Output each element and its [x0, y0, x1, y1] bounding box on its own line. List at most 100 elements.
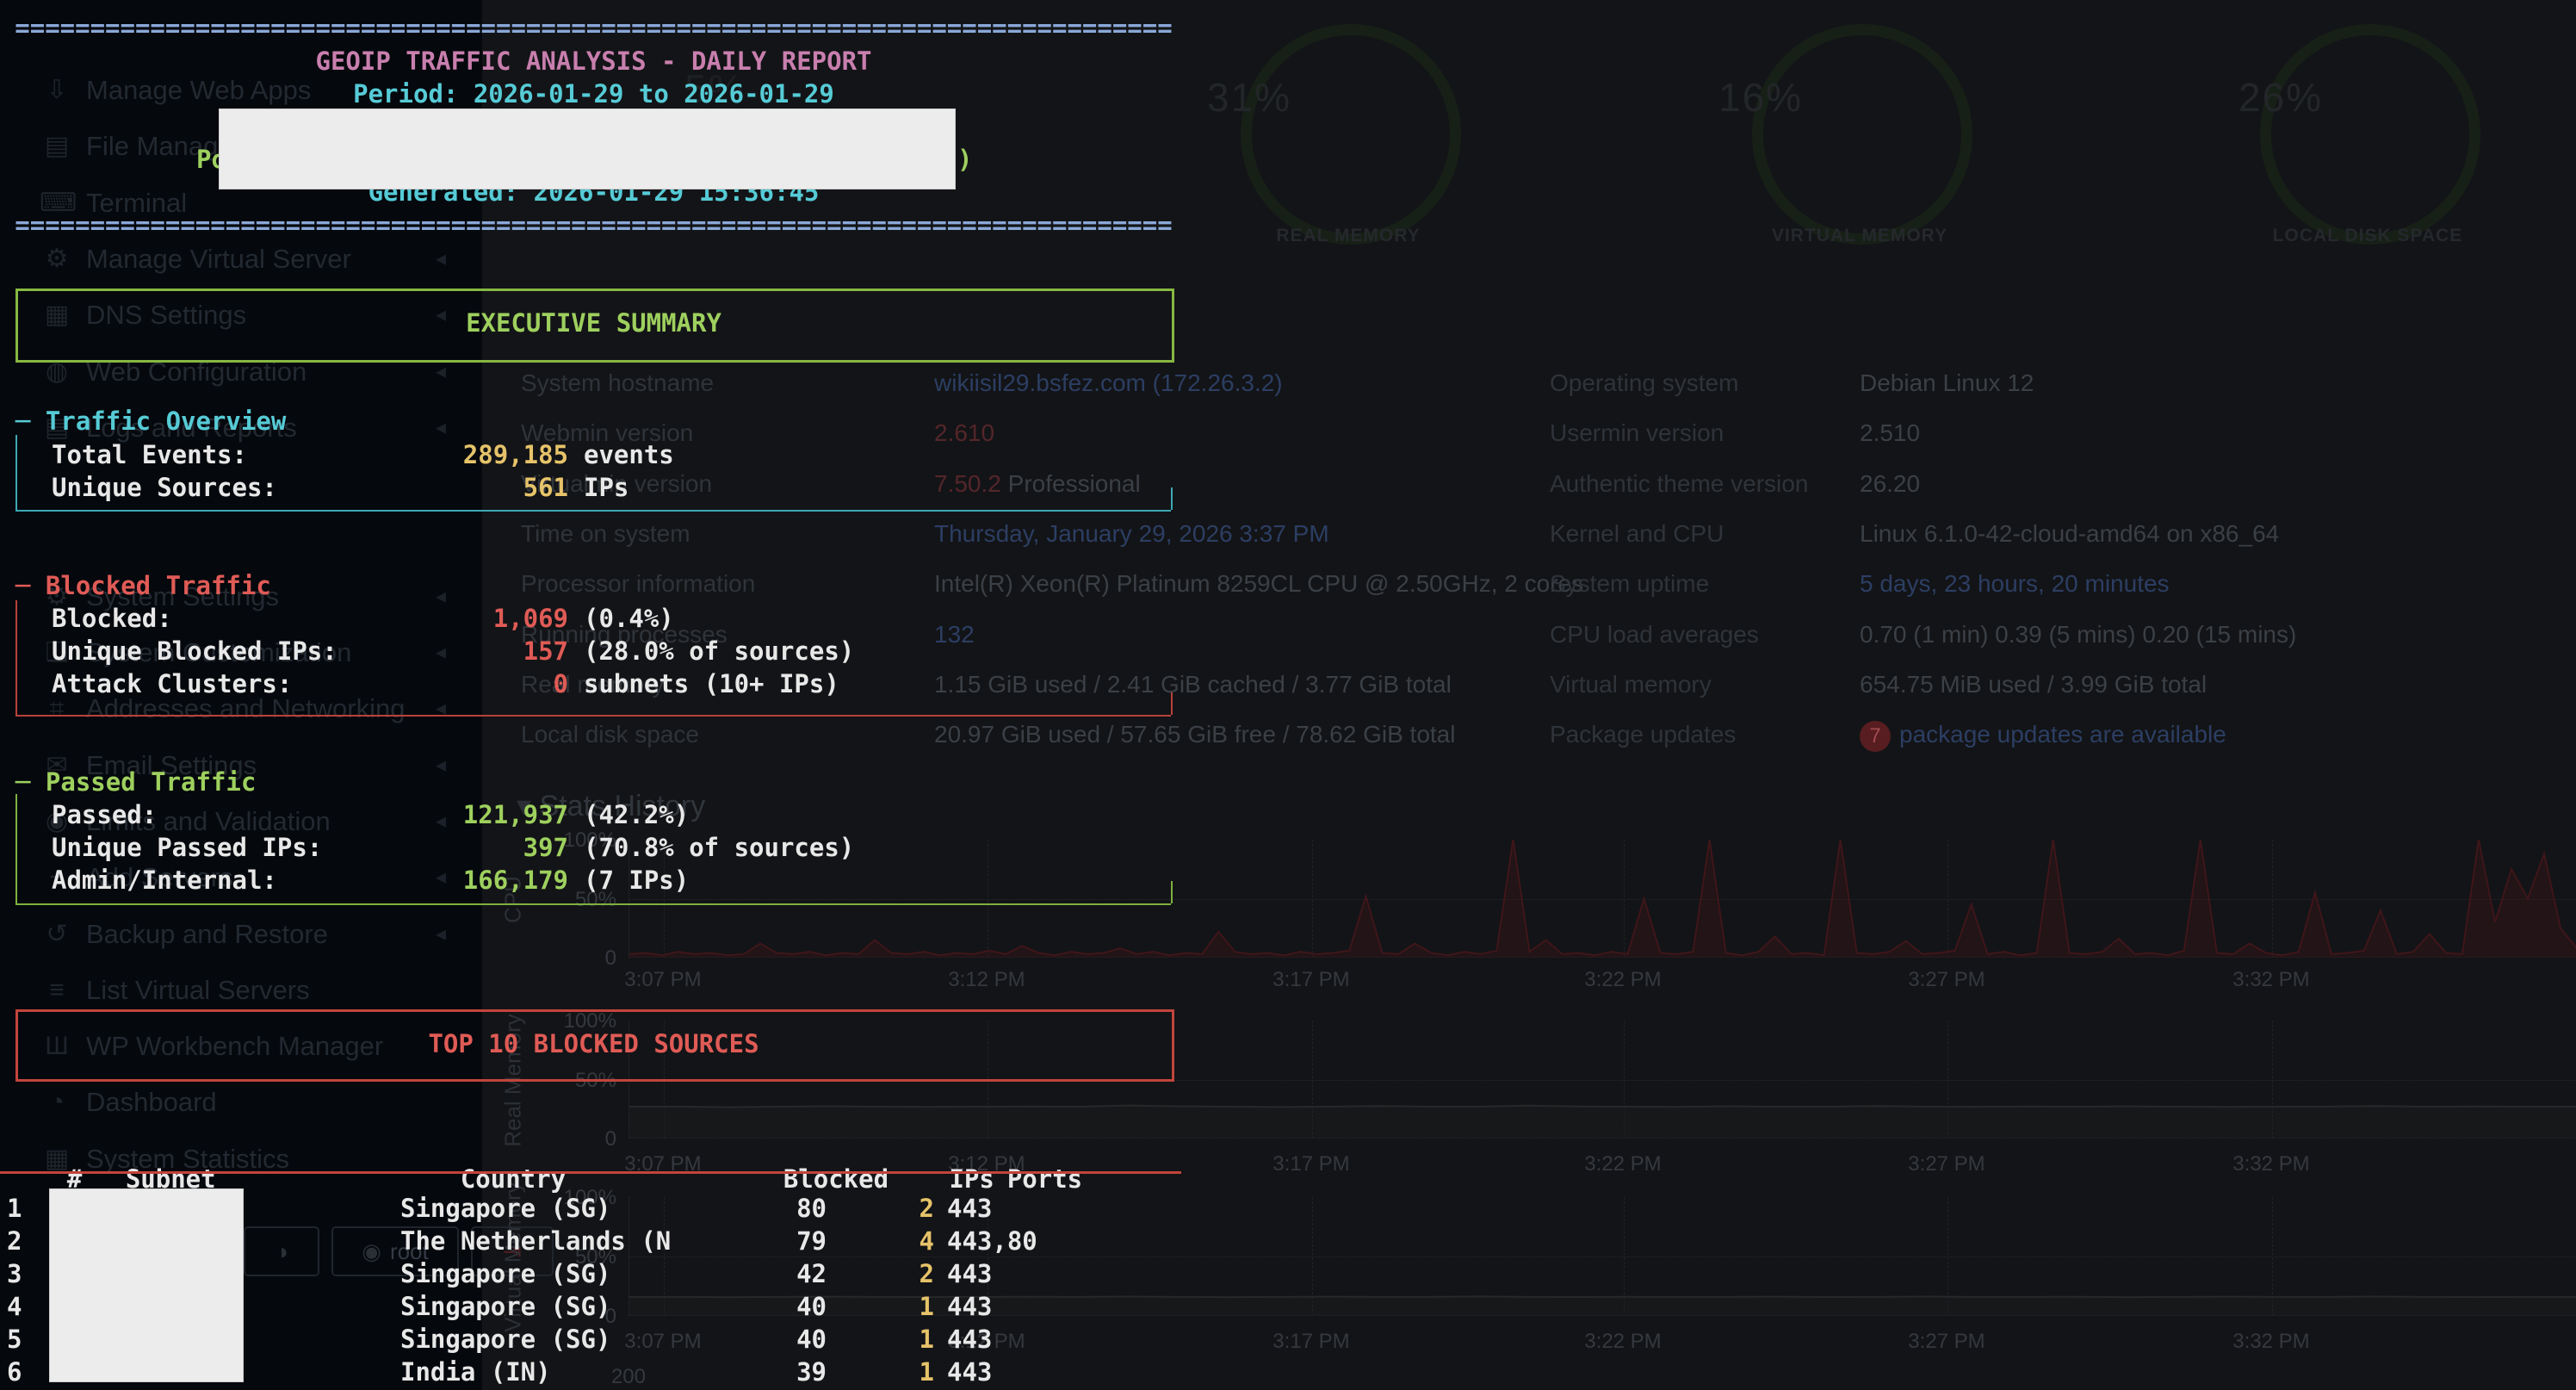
sysinfo-right-row: Virtual memory654.75 MiB used / 3.99 GiB…: [1550, 670, 2207, 720]
cell-ips: 2: [827, 1192, 934, 1225]
virtual-memory-gauge-ring: [1752, 24, 1972, 245]
time-tick: 3:17 PM: [1251, 1152, 1372, 1176]
cell-ports: 443: [947, 1292, 992, 1321]
info-value[interactable]: 5 days, 23 hours, 20 minutes: [1860, 570, 2170, 597]
sysinfo-right-row: System uptime5 days, 23 hours, 20 minute…: [1550, 569, 2170, 619]
cell-ports: 443,80: [947, 1226, 1037, 1256]
stat-label: Admin/Internal:: [52, 864, 448, 897]
real-memory-gauge-ring: [1241, 24, 1461, 245]
sysinfo-right-row: Usermin version2.510: [1550, 419, 1920, 469]
info-value[interactable]: wikiisil29.bsfez.com (172.26.3.2): [934, 369, 1283, 396]
time-tick: 3:17 PM: [1251, 968, 1372, 992]
report-divider-bottom: ========================================…: [13, 208, 1174, 241]
cell-blocked: 39: [723, 1356, 827, 1388]
sysinfo-left-row: Local disk space20.97 GiB used / 57.65 G…: [521, 720, 1455, 770]
stat-label: Total Events:: [52, 438, 448, 471]
table-header-rule: [0, 1171, 1181, 1174]
report-redacted-line-suffix: ): [957, 143, 972, 176]
stat-suffix: (0.4%): [584, 604, 674, 633]
info-label: Virtual memory: [1550, 670, 1860, 699]
cell-country: Singapore (SG): [400, 1257, 723, 1290]
info-value: 0.70 (1 min) 0.39 (5 mins) 0.20 (15 mins…: [1860, 621, 2296, 648]
virtual-memory-gauge-label: VIRTUAL MEMORY: [1722, 226, 1997, 246]
stat-suffix: (42.2%): [584, 800, 689, 829]
info-value: 654.75 MiB used / 3.99 GiB total: [1860, 671, 2207, 698]
info-label: Operating system: [1550, 369, 1860, 398]
stat-value: 1,069: [448, 602, 568, 635]
time-tick: 3:07 PM: [603, 968, 723, 992]
cell-ports: 443: [947, 1259, 992, 1288]
box-dash: ─: [15, 571, 46, 600]
stat-suffix: (28.0% of sources): [584, 636, 854, 666]
passed-stat-row: Unique Passed IPs:397 (70.8% of sources): [52, 831, 854, 864]
info-value[interactable]: Thursday, January 29, 2026 3:37 PM: [934, 520, 1329, 547]
cell-blocked: 40: [723, 1290, 827, 1323]
stat-value: 397: [448, 831, 568, 864]
stat-label: Unique Blocked IPs:: [52, 635, 448, 667]
stat-label: Unique Sources:: [52, 471, 448, 504]
passed-stat-row: Passed:121,937(42.2%): [52, 798, 689, 831]
redaction-block-subnets: [49, 1188, 244, 1382]
stat-value: 289,185: [448, 438, 568, 471]
ytick: 0: [539, 946, 616, 971]
cell-country: India (IN): [400, 1356, 723, 1388]
sysinfo-right-row: CPU load averages0.70 (1 min) 0.39 (5 mi…: [1550, 620, 2296, 670]
real-memory-gauge-value: 31%: [1207, 74, 1291, 121]
stat-value: 0: [448, 667, 568, 700]
stat-suffix: IPs: [584, 473, 629, 502]
info-label: System uptime: [1550, 569, 1860, 599]
col-blocked: Blocked: [783, 1163, 887, 1195]
info-label: Processor information: [521, 569, 934, 599]
report-divider-top: ========================================…: [13, 11, 1174, 44]
time-tick: 3:12 PM: [926, 968, 1047, 992]
cell-country: Singapore (SG): [400, 1323, 723, 1356]
info-label: CPU load averages: [1550, 620, 1860, 649]
screen: ⇩Manage Web Apps▤File Manager⌨Terminal⚙M…: [0, 0, 2576, 1390]
passed-section-title: ─ Passed Traffic: [15, 766, 256, 798]
top-blocked-title: TOP 10 BLOCKED SOURCES: [13, 1027, 1174, 1060]
stat-suffix: events: [584, 440, 674, 469]
time-tick: 3:27 PM: [1886, 968, 2007, 992]
blocked-stat-row: Unique Blocked IPs:157(28.0% of sources): [52, 635, 854, 667]
info-label: Authentic theme version: [1550, 469, 1860, 499]
report-period: Period: 2026-01-29 to 2026-01-29: [13, 78, 1174, 110]
info-label: Usermin version: [1550, 419, 1860, 448]
cell-blocked: 40: [723, 1323, 827, 1356]
cell-country: Singapore (SG): [400, 1290, 723, 1323]
col-ips: IPs: [887, 1163, 994, 1195]
sysinfo-left-row: Time on systemThursday, January 29, 2026…: [521, 519, 1329, 569]
info-value: 20.97 GiB used / 57.65 GiB free / 78.62 …: [934, 721, 1455, 748]
stat-value: 561: [448, 471, 568, 504]
info-value: 26.20: [1860, 470, 1920, 497]
sysinfo-right-row: Authentic theme version26.20: [1550, 469, 1920, 519]
stat-label: Unique Passed IPs:: [52, 831, 448, 864]
stat-label: Passed:: [52, 798, 448, 831]
info-label: System hostname: [521, 369, 934, 398]
stat-suffix: (70.8% of sources): [584, 833, 854, 862]
cell-ips: 1: [827, 1323, 934, 1356]
disk-gauge-ring: [2260, 24, 2480, 245]
redaction-block-header: [219, 109, 956, 189]
disk-gauge-value: 26%: [2239, 74, 2323, 121]
time-tick: 3:32 PM: [2211, 1330, 2331, 1354]
time-tick: 3:22 PM: [1563, 968, 1683, 992]
info-value: Debian Linux 12: [1860, 369, 2034, 396]
cell-country: The Netherlands (N: [400, 1225, 723, 1257]
stat-suffix: (7 IPs): [584, 866, 689, 895]
cell-ports: 443: [947, 1325, 992, 1354]
cell-ips: 1: [827, 1356, 934, 1388]
cell-blocked: 79: [723, 1225, 827, 1257]
stat-suffix: subnets (10+ IPs): [584, 669, 839, 698]
stat-value: 166,179: [448, 864, 568, 897]
cell-blocked: 42: [723, 1257, 827, 1290]
sysinfo-right-row: Operating systemDebian Linux 12: [1550, 369, 2034, 419]
info-value[interactable]: package updates are available: [1899, 721, 2226, 748]
updates-badge: 7: [1860, 721, 1891, 752]
time-tick: 3:32 PM: [2211, 1152, 2331, 1176]
info-label: Time on system: [521, 519, 934, 549]
overview-stat-row: Unique Sources:561 IPs: [52, 471, 629, 504]
blocked-section-title: ─ Blocked Traffic: [15, 569, 271, 602]
info-label: Local disk space: [521, 720, 934, 749]
stat-label: Attack Clusters:: [52, 667, 448, 700]
report-title: GEOIP TRAFFIC ANALYSIS - DAILY REPORT: [13, 45, 1174, 78]
